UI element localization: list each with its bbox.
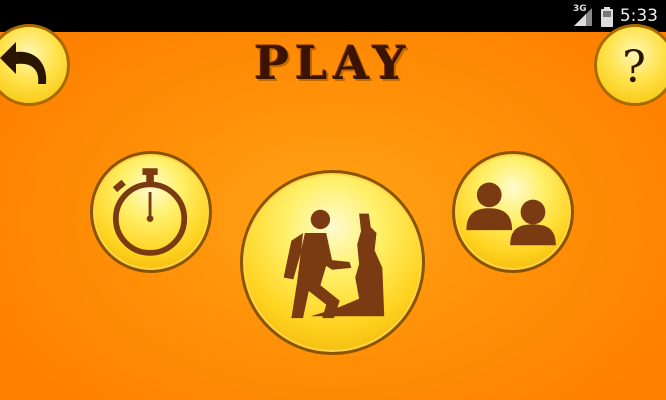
timed-mode-button[interactable]: [90, 151, 212, 273]
climber-icon: [283, 209, 385, 319]
two-players-icon: [466, 182, 556, 246]
stopwatch-icon: [112, 168, 188, 256]
status-bar: 3G 5:33: [0, 0, 666, 32]
signal-icon: [574, 8, 592, 26]
status-time: 5:33: [619, 6, 658, 26]
page-title: PLAY: [254, 36, 412, 90]
climb-mode-button[interactable]: [240, 170, 425, 355]
multiplayer-button[interactable]: [452, 151, 574, 273]
